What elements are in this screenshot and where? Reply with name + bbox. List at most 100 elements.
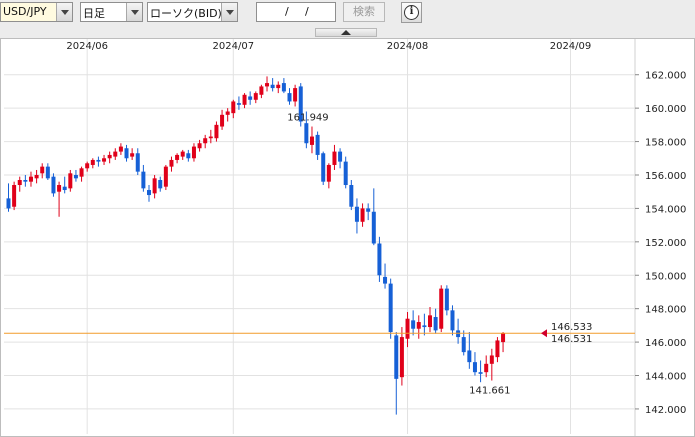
- candle-body: [57, 185, 62, 192]
- candle-body: [180, 151, 185, 157]
- candle-body: [73, 174, 78, 179]
- date-separator: /: [285, 5, 289, 18]
- candle-body: [208, 136, 213, 139]
- candle-body: [489, 355, 494, 364]
- date-separator: /: [305, 5, 309, 18]
- candle-body: [411, 320, 416, 329]
- candle-body: [343, 161, 348, 186]
- candle-body: [12, 185, 17, 207]
- chevron-down-icon[interactable]: [221, 3, 237, 21]
- candle-body: [276, 84, 281, 89]
- candle-body: [416, 322, 421, 329]
- candle-body: [371, 211, 376, 244]
- candle-body: [309, 136, 314, 145]
- candle-body: [428, 315, 432, 328]
- candle-body: [377, 243, 382, 276]
- chart-toolbar: USD/JPY 日足 ローソク(BID) / / 検索 i: [0, 0, 695, 25]
- candle-body: [478, 372, 483, 374]
- candle-body: [141, 171, 146, 189]
- candle-body: [175, 154, 180, 160]
- info-button[interactable]: i: [401, 2, 422, 23]
- y-tick-label: 148.000: [645, 305, 686, 316]
- candle-body: [51, 176, 56, 194]
- candle-body: [79, 168, 84, 177]
- candle-body: [85, 163, 90, 169]
- y-tick-label: 154.000: [645, 204, 686, 215]
- current-ask-label: 146.533: [551, 322, 592, 333]
- candle-body: [315, 134, 320, 155]
- candle-body: [349, 185, 354, 207]
- current-bid-label: 146.531: [551, 334, 592, 345]
- candle-body: [304, 123, 309, 144]
- candle-body: [270, 84, 275, 89]
- candlestick-chart[interactable]: 2024/06 2024/07 2024/08 2024/09 142.000 144.…: [1, 39, 694, 436]
- annotations: 146.533146.531 161.949 141.661: [4, 113, 635, 397]
- candle-body: [259, 86, 264, 95]
- candle-body: [265, 83, 270, 87]
- candle-body: [236, 103, 241, 105]
- candle-body: [191, 146, 196, 159]
- candle-body: [444, 288, 449, 311]
- y-tick-label: 160.000: [645, 104, 686, 115]
- grid-lines: [4, 39, 639, 436]
- candle-body: [45, 166, 50, 179]
- low-price-label: 141.661: [469, 386, 510, 397]
- candle-body: [495, 340, 500, 358]
- candle-body: [40, 166, 45, 174]
- candle-body: [68, 173, 73, 189]
- currency-pair-select[interactable]: USD/JPY: [0, 2, 73, 22]
- candle-body: [360, 208, 365, 222]
- candle-body: [96, 159, 101, 162]
- candle-body: [23, 180, 28, 182]
- candle-body: [28, 176, 33, 182]
- candle-body: [253, 93, 258, 100]
- candle-body: [456, 330, 461, 338]
- candle-body: [422, 325, 427, 328]
- candle-body: [34, 174, 39, 179]
- y-tick-label: 146.000: [645, 338, 686, 349]
- search-button[interactable]: 検索: [343, 2, 385, 22]
- currency-pair-value: USD/JPY: [3, 5, 47, 18]
- candle-body: [107, 154, 112, 159]
- candle-body: [17, 180, 22, 186]
- candle-body: [231, 101, 236, 114]
- candle-body: [163, 166, 168, 187]
- y-axis-labels: 142.000 144.000 146.000 148.000 150.000 152.0…: [645, 71, 686, 416]
- candle-body: [6, 198, 11, 209]
- chevron-down-icon[interactable]: [56, 3, 72, 21]
- candle-body: [220, 114, 225, 127]
- y-tick-label: 152.000: [645, 238, 686, 249]
- candle-body: [248, 96, 253, 100]
- candle-body: [461, 337, 466, 353]
- candle-body: [450, 310, 455, 331]
- candle-body: [130, 153, 135, 157]
- date-input[interactable]: / /: [256, 2, 336, 22]
- candle-body: [225, 111, 230, 115]
- chart-area[interactable]: 2024/06 2024/07 2024/08 2024/09 142.000 144.…: [0, 38, 695, 437]
- y-tick-label: 156.000: [645, 171, 686, 182]
- candle-body: [405, 318, 410, 339]
- candle-body: [354, 206, 359, 222]
- chevron-down-icon[interactable]: [126, 3, 142, 21]
- chart-type-select[interactable]: ローソク(BID): [147, 2, 238, 22]
- candle-body: [186, 153, 191, 159]
- x-tick-label: 2024/07: [213, 41, 255, 52]
- candle-body: [338, 151, 343, 162]
- collapse-toolbar-tab[interactable]: [315, 28, 377, 37]
- candle-body: [501, 333, 506, 343]
- candle-body: [326, 164, 331, 182]
- candle-body: [62, 186, 67, 191]
- candle-body: [242, 94, 247, 105]
- candle-body: [394, 335, 399, 379]
- info-icon: i: [404, 5, 419, 20]
- period-select[interactable]: 日足: [80, 2, 143, 22]
- candle-body: [433, 317, 438, 331]
- candle-body: [203, 138, 208, 144]
- candle-body: [332, 151, 337, 165]
- candles: [6, 76, 506, 415]
- candle-body: [169, 159, 174, 167]
- y-tick-label: 142.000: [645, 405, 686, 416]
- candle-body: [197, 143, 202, 149]
- candle-body: [135, 153, 140, 172]
- current-price-marker: [541, 329, 547, 338]
